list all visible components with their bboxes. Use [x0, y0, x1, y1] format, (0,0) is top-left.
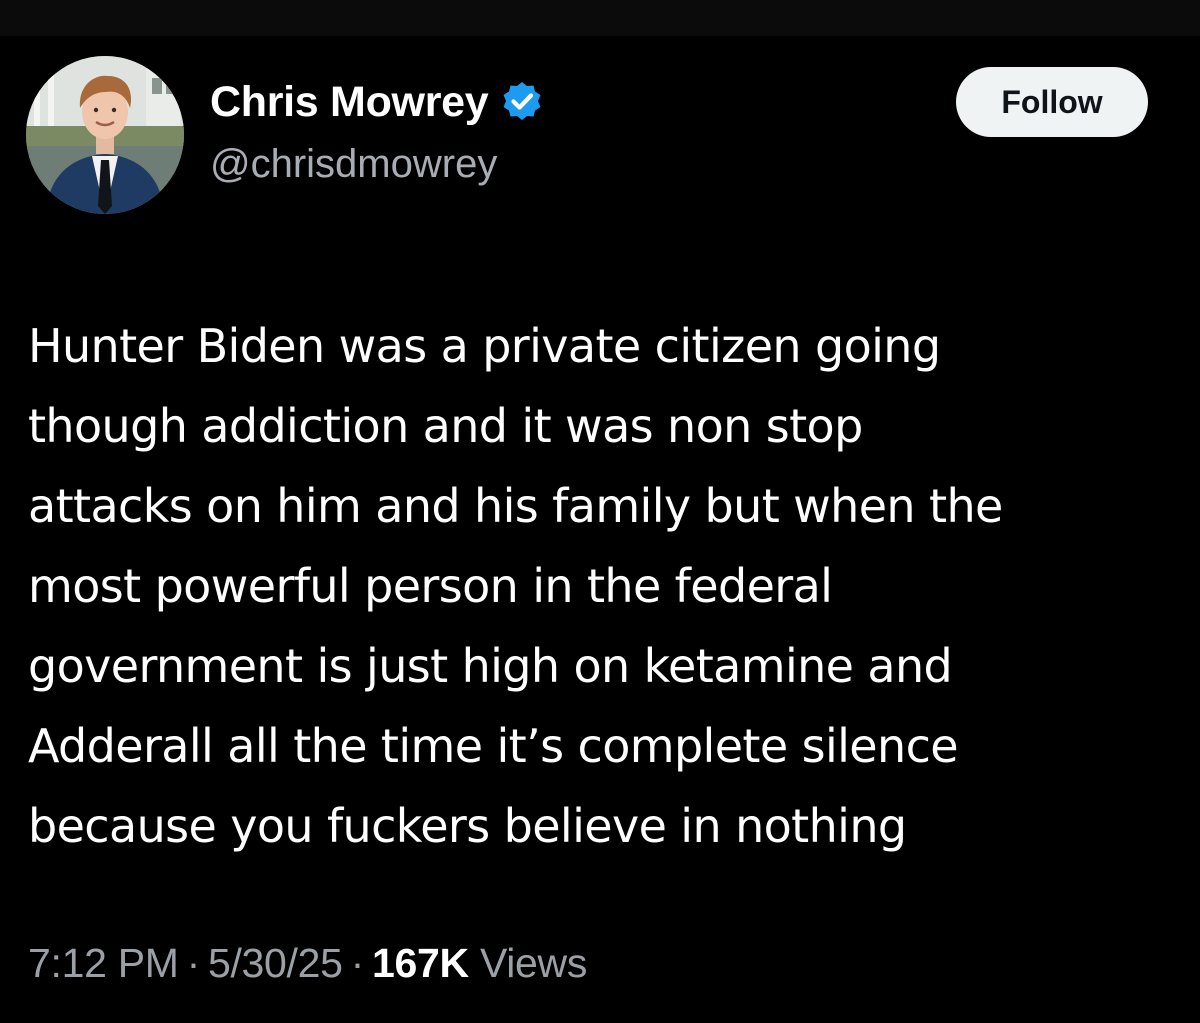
tweet-text-line: because you fuckers believe in nothing — [28, 799, 907, 853]
verified-badge-icon — [500, 80, 544, 124]
avatar[interactable] — [26, 56, 184, 214]
tweet-text-line: government is just high on ketamine and — [28, 639, 953, 693]
tweet-text-line: Adderall all the time it’s complete sile… — [28, 719, 959, 773]
tweet-text-line: most powerful person in the federal — [28, 559, 833, 613]
tweet-text: Hunter Biden was a private citizen going… — [28, 306, 1178, 866]
tweet-time[interactable]: 7:12 PM — [28, 940, 179, 986]
author-block: Chris Mowrey @chrisdmowrey — [210, 76, 544, 187]
meta-separator: · — [350, 940, 365, 986]
views-label[interactable]: Views — [480, 940, 587, 986]
tweet-text-line: Hunter Biden was a private citizen going — [28, 319, 941, 373]
author-handle[interactable]: @chrisdmowrey — [210, 142, 544, 187]
follow-button[interactable]: Follow — [956, 67, 1148, 137]
meta-separator: · — [186, 940, 201, 986]
author-display-name[interactable]: Chris Mowrey — [210, 78, 489, 127]
tweet-text-line: though addiction and it was non stop — [28, 399, 863, 453]
author-name-row: Chris Mowrey — [210, 76, 544, 128]
tweet-meta: 7:12 PM · 5/30/25 · 167K Views — [28, 940, 587, 987]
tweet-date[interactable]: 5/30/25 — [208, 940, 343, 986]
avatar-image — [26, 56, 184, 214]
views-count[interactable]: 167K — [372, 940, 469, 986]
top-status-strip — [0, 0, 1200, 36]
tweet-text-line: attacks on him and his family but when t… — [28, 479, 1003, 533]
